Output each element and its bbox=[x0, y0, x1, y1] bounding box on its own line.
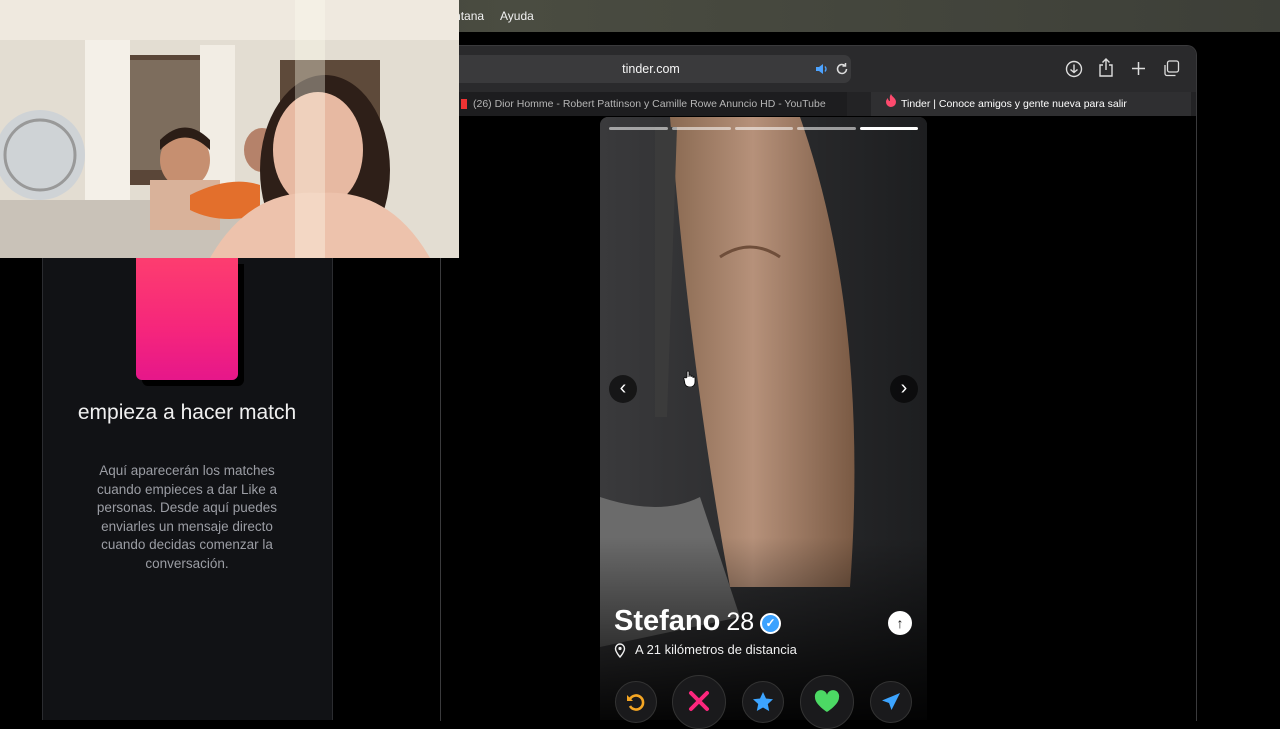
super-like-button[interactable] bbox=[742, 681, 784, 723]
tab-overview-icon[interactable] bbox=[1163, 60, 1180, 77]
photo-progress-2[interactable] bbox=[672, 127, 731, 130]
nope-button[interactable] bbox=[672, 675, 726, 729]
location-pin-icon bbox=[614, 643, 626, 658]
photo-progress-4[interactable] bbox=[797, 127, 856, 130]
tab-youtube-label: (26) Dior Homme - Robert Pattinson y Cam… bbox=[473, 98, 826, 110]
photo-progress-5[interactable] bbox=[860, 127, 918, 130]
photo-progress-1[interactable] bbox=[609, 127, 668, 130]
url-text: tinder.com bbox=[622, 62, 680, 76]
matches-panel: empieza a hacer match Aquí aparecerán lo… bbox=[42, 258, 333, 720]
address-bar[interactable]: tinder.com bbox=[451, 55, 851, 83]
rewind-icon bbox=[627, 694, 645, 711]
empty-matches-title: empieza a hacer match bbox=[77, 401, 297, 424]
empty-match-card bbox=[136, 258, 238, 380]
photo-progress-3[interactable] bbox=[735, 127, 793, 130]
profile-distance: A 21 kilómetros de distancia bbox=[635, 642, 797, 657]
profile-card[interactable]: ‹ › Stefano 28 ✓ ↑ A 21 kilómetros de dis… bbox=[600, 117, 927, 720]
arrow-up-icon: ↑ bbox=[896, 615, 904, 631]
webcam-overlay bbox=[0, 0, 459, 258]
star-icon bbox=[753, 692, 773, 712]
like-button[interactable] bbox=[800, 675, 854, 729]
boost-button[interactable] bbox=[870, 681, 912, 723]
previous-photo-button[interactable]: ‹ bbox=[609, 375, 637, 403]
browser-toolbar: tinder.com bbox=[441, 46, 1196, 92]
tab-bar: (26) Dior Homme - Robert Pattinson y Cam… bbox=[441, 92, 1196, 117]
rewind-button[interactable] bbox=[615, 681, 657, 723]
close-icon bbox=[689, 691, 709, 711]
heart-icon bbox=[814, 690, 840, 712]
webcam-scene-image bbox=[0, 0, 459, 258]
download-icon[interactable] bbox=[1065, 60, 1083, 78]
verified-badge-icon: ✓ bbox=[760, 613, 781, 634]
next-photo-button[interactable]: › bbox=[890, 375, 918, 403]
reload-icon[interactable] bbox=[835, 62, 849, 76]
empty-matches-description: Aquí aparecerán los matches cuando empie… bbox=[96, 463, 278, 571]
menu-item-ayuda[interactable]: Ayuda bbox=[500, 9, 534, 23]
profile-name: Stefano bbox=[614, 605, 721, 637]
youtube-favicon-icon bbox=[461, 99, 467, 110]
profile-name-row: Stefano 28 bbox=[614, 605, 754, 638]
share-icon[interactable] bbox=[1098, 58, 1114, 78]
chevron-right-icon: › bbox=[900, 377, 908, 399]
send-icon bbox=[882, 693, 900, 710]
open-profile-button[interactable]: ↑ bbox=[888, 611, 912, 635]
new-tab-icon[interactable] bbox=[1131, 61, 1146, 76]
tinder-flame-icon bbox=[885, 92, 897, 116]
tab-tinder[interactable]: Tinder | Conoce amigos y gente nueva par… bbox=[871, 92, 1191, 116]
hand-cursor-icon bbox=[683, 370, 696, 387]
tab-youtube[interactable]: (26) Dior Homme - Robert Pattinson y Cam… bbox=[447, 92, 847, 116]
profile-age: 28 bbox=[726, 608, 755, 636]
audio-icon[interactable] bbox=[815, 63, 829, 75]
tab-tinder-label: Tinder | Conoce amigos y gente nueva par… bbox=[901, 98, 1127, 110]
chevron-left-icon: ‹ bbox=[619, 377, 627, 399]
